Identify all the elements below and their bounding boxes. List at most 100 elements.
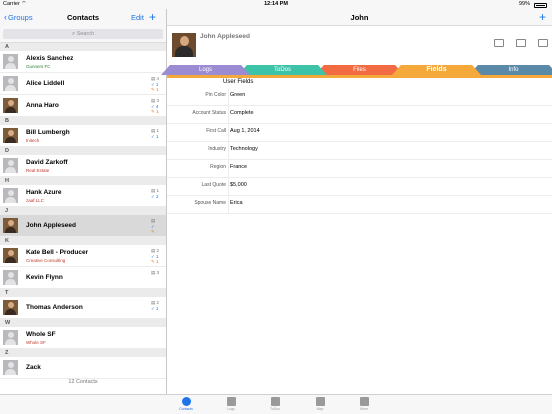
field-value: Technology xyxy=(230,146,258,152)
avatar xyxy=(3,270,18,285)
contact-row[interactable]: Anna Haro ▤ 3 ✓ 4 ✎ 1 xyxy=(0,95,166,117)
edit-button[interactable]: Edit xyxy=(131,9,144,26)
section-header: D xyxy=(0,147,166,155)
field-value: Erica xyxy=(230,200,243,206)
contact-name: Thomas Anderson xyxy=(26,304,83,311)
avatar xyxy=(3,188,18,203)
tab-info[interactable]: Info xyxy=(469,65,552,75)
avatar xyxy=(3,248,18,263)
search-input[interactable]: ⌕ Search xyxy=(3,29,163,39)
field-label: Account Status xyxy=(192,110,226,116)
field-value: $5,000 xyxy=(230,182,247,188)
tab-files[interactable]: Files xyxy=(315,65,404,75)
contacts-navbar: ‹Groups Contacts Edit + xyxy=(0,9,166,26)
contact-row[interactable]: Kevin Flynn ▤ 3 xyxy=(0,267,166,289)
avatar-head xyxy=(7,100,14,106)
avatar-body xyxy=(5,197,16,203)
section-header: K xyxy=(0,237,166,245)
contact-name: Alice Liddell xyxy=(26,80,65,87)
avatar-body xyxy=(5,309,16,315)
avatar xyxy=(3,76,18,91)
avatar-body xyxy=(5,63,16,69)
message-icon[interactable] xyxy=(516,39,526,47)
mail-icon[interactable] xyxy=(538,39,548,47)
activity-counts: ▤ 2 ✓ 1 ✎ 1 xyxy=(151,248,164,265)
section-header: W xyxy=(0,319,166,327)
avatar-head xyxy=(7,272,14,278)
tab-fields[interactable]: Fields xyxy=(392,65,481,75)
tabbar-more[interactable]: More xyxy=(349,397,379,411)
contact-row[interactable]: Thomas Anderson ▤ 2 ✓ 1 xyxy=(0,297,166,319)
activity-counts: ▤ 3 ✓ 4 ✎ 1 xyxy=(151,98,164,115)
avatar-body xyxy=(5,137,16,143)
contact-row[interactable]: Zack xyxy=(0,357,166,379)
todo-count: ✎ 1 xyxy=(151,109,159,114)
more-icon xyxy=(359,397,369,406)
tabbar-todos[interactable]: ToDos xyxy=(260,397,290,411)
field-label: First Call xyxy=(206,128,226,134)
contact-card-icon[interactable] xyxy=(494,39,504,47)
tab-logs[interactable]: Logs xyxy=(161,65,250,75)
field-row[interactable]: Spouse Name Erica xyxy=(167,196,552,214)
field-value: Aug 1, 2014 xyxy=(230,128,260,134)
section-header: J xyxy=(0,207,166,215)
field-label: Spouse Name xyxy=(194,200,226,206)
avatar xyxy=(3,98,18,113)
avatar xyxy=(3,360,18,375)
activity-counts: ▤ ✓ ✎ xyxy=(151,218,164,235)
field-row[interactable]: Region France xyxy=(167,160,552,178)
contact-row[interactable]: Alexis Sanchez Gunners FC xyxy=(0,51,166,73)
contact-name: Hank Azure xyxy=(26,189,62,196)
tabbar-contacts[interactable]: Contacts xyxy=(171,397,201,411)
avatar xyxy=(3,218,18,233)
logs-icon xyxy=(226,397,236,406)
status-bar: Carrier ⌔ 12:14 PM 99% xyxy=(0,0,552,9)
contacts-icon xyxy=(181,397,191,406)
field-separator xyxy=(228,196,229,214)
contact-company: Whole SF xyxy=(26,340,46,345)
avatar-body xyxy=(5,227,16,233)
avatar xyxy=(3,128,18,143)
add-contact-button[interactable]: + xyxy=(149,9,156,25)
contact-name: David Zarkoff xyxy=(26,159,68,166)
contact-name: Alexis Sanchez xyxy=(26,55,74,62)
avatar-head xyxy=(7,220,14,226)
add-button[interactable]: + xyxy=(539,9,546,25)
field-separator xyxy=(228,160,229,178)
activity-counts: ▤ 3 xyxy=(151,270,164,276)
activity-counts: ▤ 4 ✓ 1 ✎ 1 xyxy=(151,76,164,93)
field-separator xyxy=(228,106,229,124)
field-row[interactable]: Pin Color Green xyxy=(167,88,552,106)
tab-todos[interactable]: ToDos xyxy=(238,65,327,75)
field-label: Industry xyxy=(208,146,226,152)
contact-company: Initech xyxy=(26,138,40,143)
contact-row[interactable]: Whole SF Whole SF xyxy=(0,327,166,349)
field-value: France xyxy=(230,164,248,170)
contact-row[interactable]: Alice Liddell ▤ 4 ✓ 1 ✎ 1 xyxy=(0,73,166,95)
contact-row[interactable]: Bill Lumbergh Initech ▤ 1 ✓ 1 xyxy=(0,125,166,147)
done-count: ✓ 2 xyxy=(151,193,159,199)
contact-name: Kate Bell - Producer xyxy=(26,249,89,256)
field-row[interactable]: Industry Technology xyxy=(167,142,552,160)
field-row[interactable]: Account Status Complete xyxy=(167,106,552,124)
contact-company: Gunners FC xyxy=(26,64,51,69)
doc-count: ▤ 3 xyxy=(151,270,160,275)
tabbar-map[interactable]: Map xyxy=(305,397,335,411)
tabbar-logs[interactable]: Logs xyxy=(216,397,246,411)
field-row[interactable]: Last Quote $5,000 xyxy=(167,178,552,196)
tabbar-label: ToDos xyxy=(270,407,280,411)
contact-name: Bill Lumbergh xyxy=(26,129,70,136)
avatar-body xyxy=(5,257,16,263)
contact-row[interactable]: John Appleseed ▤ ✓ ✎ xyxy=(0,215,166,237)
todo-count: ✎ xyxy=(151,229,155,234)
field-row[interactable]: First Call Aug 1, 2014 xyxy=(167,124,552,142)
field-label: Region xyxy=(210,164,226,170)
contact-list: A Alexis Sanchez Gunners FC Alice Liddell ▤ … xyxy=(0,43,166,379)
contact-row[interactable]: David Zarkoff Real Estate xyxy=(0,155,166,177)
contact-row[interactable]: Hank Azure zaaf LLC ▤ 1 ✓ 2 xyxy=(0,185,166,207)
field-separator xyxy=(228,88,229,106)
contact-row[interactable]: Kate Bell - Producer Creative Consulting ▤… xyxy=(0,245,166,267)
avatar xyxy=(3,158,18,173)
avatar-head xyxy=(7,332,14,338)
avatar-head xyxy=(7,130,14,136)
